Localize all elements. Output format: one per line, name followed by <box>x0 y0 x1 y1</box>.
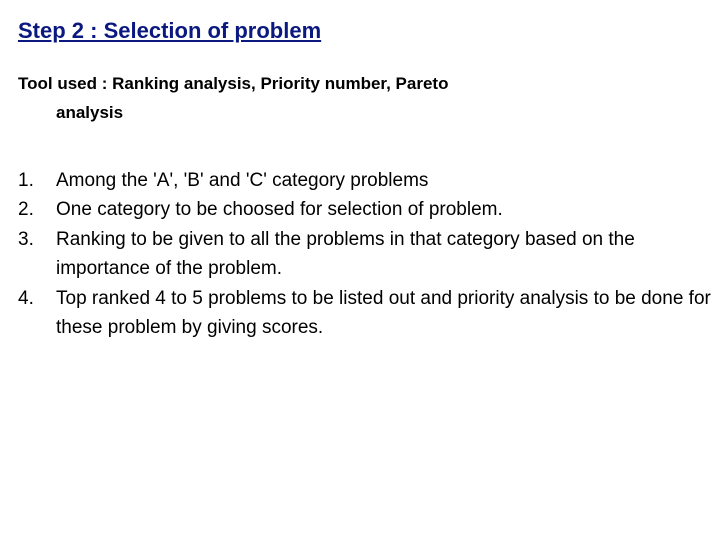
list-text: Ranking to be given to all the problems … <box>56 225 720 284</box>
list-number: 2. <box>18 195 56 224</box>
list-item: 2. One category to be choosed for select… <box>18 195 720 224</box>
list-text: Among the 'A', 'B' and 'C' category prob… <box>56 166 720 195</box>
list-number: 3. <box>18 225 56 284</box>
list-number: 4. <box>18 284 56 343</box>
list-number: 1. <box>18 166 56 195</box>
numbered-list: 1. Among the 'A', 'B' and 'C' category p… <box>18 166 720 343</box>
list-item: 4. Top ranked 4 to 5 problems to be list… <box>18 284 720 343</box>
list-text: Top ranked 4 to 5 problems to be listed … <box>56 284 720 343</box>
list-text: One category to be choosed for selection… <box>56 195 720 224</box>
step-heading: Step 2 : Selection of problem <box>18 18 720 44</box>
list-item: 1. Among the 'A', 'B' and 'C' category p… <box>18 166 720 195</box>
list-item: 3. Ranking to be given to all the proble… <box>18 225 720 284</box>
tool-used-line1: Tool used : Ranking analysis, Priority n… <box>18 74 448 93</box>
tool-used-block: Tool used : Ranking analysis, Priority n… <box>18 70 720 128</box>
tool-used-line2: analysis <box>18 99 720 128</box>
